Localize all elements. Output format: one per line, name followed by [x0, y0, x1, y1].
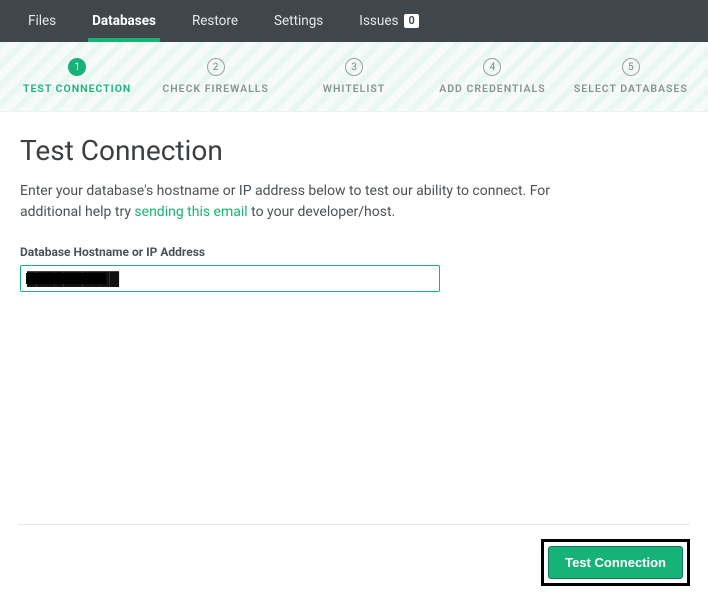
step-label: TEST CONNECTION — [23, 82, 131, 95]
nav-databases-label: Databases — [92, 13, 156, 29]
main-content: Test Connection Enter your database's ho… — [0, 112, 708, 292]
step-circle-icon: 5 — [622, 58, 640, 76]
step-circle-icon: 4 — [483, 58, 501, 76]
hostname-label: Database Hostname or IP Address — [20, 245, 688, 259]
nav-issues-label: Issues — [359, 13, 398, 29]
nav-restore[interactable]: Restore — [174, 0, 256, 42]
issues-count-badge: 0 — [404, 14, 418, 28]
nav-settings[interactable]: Settings — [256, 0, 341, 42]
test-connection-button[interactable]: Test Connection — [548, 546, 683, 579]
redacted-value — [26, 273, 106, 284]
nav-issues[interactable]: Issues 0 — [341, 0, 436, 42]
step-label: CHECK FIREWALLS — [162, 82, 269, 95]
step-add-credentials[interactable]: 4 ADD CREDENTIALS — [423, 58, 561, 95]
steps-bar: 1 TEST CONNECTION 2 CHECK FIREWALLS 3 WH… — [0, 42, 708, 112]
page-description: Enter your database's hostname or IP add… — [20, 181, 580, 223]
footer: Test Connection — [18, 524, 690, 586]
desc-post: to your developer/host. — [248, 204, 396, 220]
step-label: WHITELIST — [323, 82, 385, 95]
highlighted-action: Test Connection — [541, 539, 690, 586]
footer-separator — [18, 524, 690, 525]
top-nav: Files Databases Restore Settings Issues … — [0, 0, 708, 42]
step-check-firewalls[interactable]: 2 CHECK FIREWALLS — [146, 58, 284, 95]
step-whitelist[interactable]: 3 WHITELIST — [285, 58, 423, 95]
nav-restore-label: Restore — [192, 13, 238, 29]
nav-settings-label: Settings — [274, 13, 323, 29]
page-title: Test Connection — [20, 134, 688, 167]
send-email-link[interactable]: sending this email — [134, 204, 247, 220]
step-select-databases[interactable]: 5 SELECT DATABASES — [562, 58, 700, 95]
nav-files[interactable]: Files — [10, 0, 74, 42]
nav-files-label: Files — [28, 13, 56, 29]
step-circle-icon: 3 — [345, 58, 363, 76]
step-label: ADD CREDENTIALS — [439, 82, 545, 95]
step-test-connection[interactable]: 1 TEST CONNECTION — [8, 58, 146, 95]
step-circle-icon: 2 — [207, 58, 225, 76]
nav-databases[interactable]: Databases — [74, 0, 174, 42]
step-circle-icon: 1 — [68, 58, 86, 76]
step-label: SELECT DATABASES — [574, 82, 688, 95]
